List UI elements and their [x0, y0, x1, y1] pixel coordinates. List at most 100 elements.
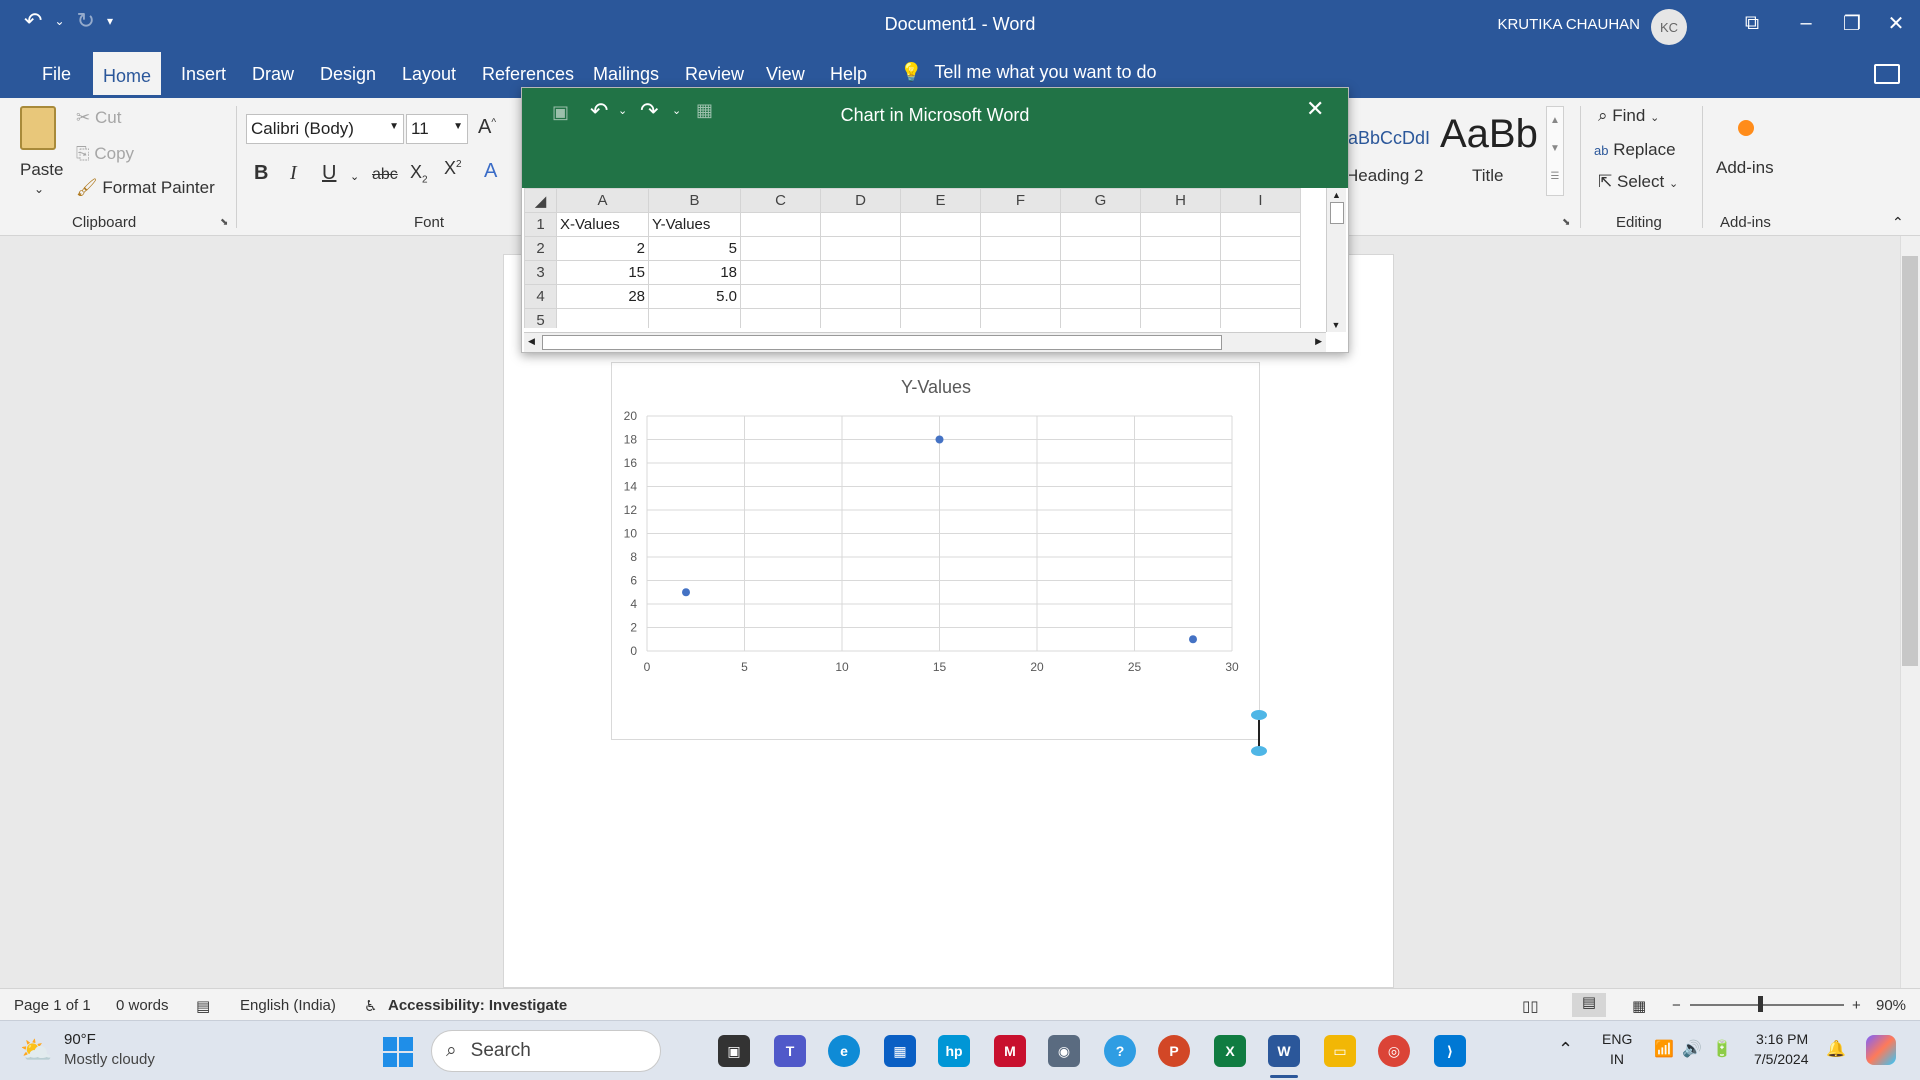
zoom-in-icon[interactable]: +	[1852, 997, 1861, 1014]
data-point[interactable]	[682, 588, 690, 597]
cell[interactable]	[1140, 308, 1221, 328]
paste-button[interactable]: Paste	[20, 160, 63, 180]
column-header-h[interactable]: H	[1140, 188, 1221, 213]
cell[interactable]	[980, 236, 1061, 261]
data-point[interactable]	[935, 435, 944, 444]
cell[interactable]	[1220, 284, 1301, 309]
cell[interactable]	[1060, 212, 1141, 237]
row-header[interactable]: 5	[524, 308, 557, 328]
cell[interactable]	[1060, 308, 1141, 328]
font-size-combo[interactable]: 11 ▼	[406, 114, 468, 144]
style-title-sample[interactable]: AaBb	[1440, 112, 1538, 157]
superscript-icon[interactable]: X2	[444, 158, 462, 179]
accessibility-icon[interactable]: ♿	[364, 997, 377, 1015]
cell[interactable]	[900, 308, 981, 328]
print-layout-icon[interactable]: ▤	[1572, 993, 1606, 1017]
taskbar-search[interactable]: ⌕ Search	[431, 1030, 661, 1072]
weather-desc[interactable]: Mostly cloudy	[64, 1051, 155, 1068]
paste-dropdown-icon[interactable]: ⌄	[34, 182, 44, 196]
sheet-horizontal-scrollbar[interactable]: ◀ ▶	[524, 332, 1326, 352]
cell[interactable]	[1060, 260, 1141, 285]
find-button[interactable]: ⌕ Find ⌄	[1598, 106, 1659, 126]
user-name[interactable]: KRUTIKA CHAUHAN	[1497, 16, 1640, 33]
styles-scroller[interactable]: ▲ ▼ ☰	[1546, 106, 1564, 196]
row-header[interactable]: 3	[524, 260, 557, 285]
column-header-g[interactable]: G	[1060, 188, 1141, 213]
replace-button[interactable]: ab Replace	[1594, 140, 1676, 160]
cell[interactable]	[1140, 260, 1221, 285]
cell-b2[interactable]: 5	[648, 236, 741, 261]
comments-icon[interactable]	[1874, 64, 1900, 84]
cell-b3[interactable]: 18	[648, 260, 741, 285]
show-hidden-icons[interactable]: ⌃	[1558, 1039, 1573, 1060]
cloud-icon[interactable]: ⛅	[20, 1035, 52, 1066]
tab-home[interactable]: Home	[93, 52, 162, 98]
cell[interactable]	[1060, 284, 1141, 309]
scrollbar-thumb[interactable]	[1902, 256, 1918, 666]
close-icon[interactable]: ✕	[1306, 96, 1324, 122]
text-effects-icon[interactable]: A	[484, 160, 497, 183]
cell[interactable]	[820, 308, 901, 328]
row-header[interactable]: 2	[524, 236, 557, 261]
cell[interactable]	[740, 260, 821, 285]
scrollbar-thumb[interactable]	[542, 335, 1222, 350]
scrollbar-thumb[interactable]	[1329, 202, 1344, 224]
cell-a3[interactable]: 15	[556, 260, 649, 285]
task-view-icon[interactable]: ▣	[718, 1035, 750, 1067]
column-header-a[interactable]: A	[556, 188, 649, 213]
excel-icon[interactable]: X	[1214, 1035, 1246, 1067]
column-header-f[interactable]: F	[980, 188, 1061, 213]
avatar[interactable]: KC	[1651, 9, 1687, 45]
tab-draw[interactable]: Draw	[242, 64, 304, 98]
strikethrough-icon[interactable]: abc	[372, 166, 398, 184]
spreadsheet-grid[interactable]: ◢ A B C D E F G H I 1 X-Values Y-Values …	[524, 188, 1324, 328]
cell-a2[interactable]: 2	[556, 236, 649, 261]
cell[interactable]	[1220, 236, 1301, 261]
style-heading2-sample[interactable]: aBbCcDdI	[1348, 128, 1430, 149]
select-all-corner[interactable]: ◢	[524, 188, 557, 213]
column-header-i[interactable]: I	[1220, 188, 1301, 213]
cell[interactable]	[1140, 236, 1221, 261]
cell[interactable]	[1220, 260, 1301, 285]
clock-time[interactable]: 3:16 PM	[1756, 1031, 1808, 1047]
subscript-icon[interactable]: X2	[410, 162, 428, 186]
teams-icon[interactable]: T	[774, 1035, 806, 1067]
column-header-d[interactable]: D	[820, 188, 901, 213]
zoom-slider[interactable]	[1690, 1004, 1844, 1006]
sheet-vertical-scrollbar[interactable]: ▲ ▼	[1326, 188, 1346, 332]
cell-b5[interactable]	[648, 308, 741, 328]
cut-button[interactable]: ✂ Cut	[76, 108, 121, 128]
get-help-icon[interactable]: ?	[1104, 1035, 1136, 1067]
cell[interactable]	[740, 212, 821, 237]
edge-icon[interactable]: e	[828, 1035, 860, 1067]
scroll-down-icon[interactable]: ▼	[1327, 320, 1345, 330]
cell[interactable]	[820, 260, 901, 285]
cell-a1[interactable]: X-Values	[556, 212, 649, 237]
row-header[interactable]: 4	[524, 284, 557, 309]
wifi-icon[interactable]: 📶	[1654, 1039, 1674, 1059]
cell[interactable]	[980, 212, 1061, 237]
chart-area[interactable]: Y-Values 0 2 4 6 8 10 12 14 16 18 20 0 5 10 15 20 25 30	[611, 362, 1260, 740]
cell[interactable]	[900, 284, 981, 309]
cell[interactable]	[1220, 212, 1301, 237]
italic-icon[interactable]: I	[290, 162, 297, 185]
style-heading2[interactable]: Heading 2	[1346, 166, 1424, 186]
minimize-icon[interactable]: –	[1786, 8, 1826, 38]
format-painter-button[interactable]: 🖌 Format Painter	[76, 178, 215, 198]
scatter-chart[interactable]: Y-Values 0 2 4 6 8 10 12 14 16 18 20 0 5 10 15 20 25 30	[612, 363, 1261, 741]
addins-icon[interactable]	[1738, 120, 1754, 136]
clipboard-launcher-icon[interactable]: ⬊	[220, 217, 228, 228]
weather-temp[interactable]: 90°F	[64, 1031, 96, 1048]
battery-icon[interactable]: 🔋	[1712, 1039, 1732, 1059]
windows-start-icon[interactable]	[382, 1035, 414, 1067]
cell[interactable]	[1220, 308, 1301, 328]
mcafee-icon[interactable]: M	[994, 1035, 1026, 1067]
clock-date[interactable]: 7/5/2024	[1754, 1051, 1809, 1067]
cell[interactable]	[900, 212, 981, 237]
row-header[interactable]: 1	[524, 212, 557, 237]
page-count[interactable]: Page 1 of 1	[14, 997, 91, 1014]
ribbon-display-icon[interactable]: ⧉	[1732, 8, 1772, 38]
x-axis-labels[interactable]: 0 5 10 15 20 25 30	[644, 660, 1239, 674]
cell-a5[interactable]	[556, 308, 649, 328]
cell[interactable]	[1140, 284, 1221, 309]
